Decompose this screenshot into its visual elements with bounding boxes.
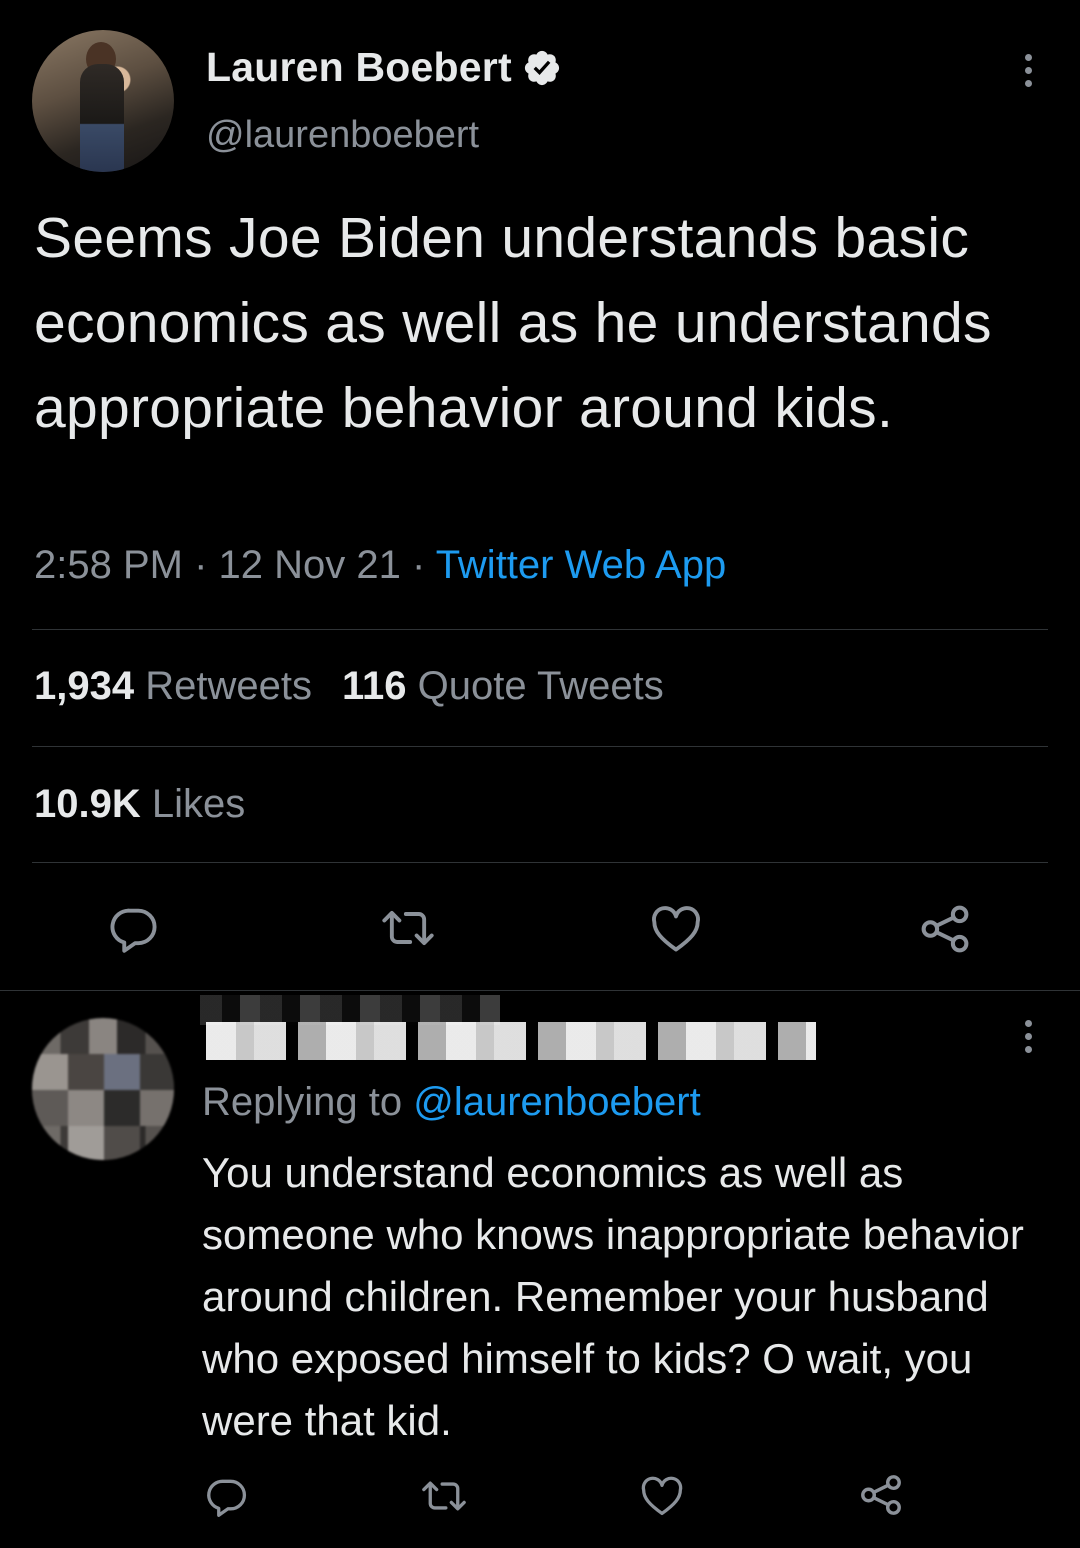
retweets-stat[interactable]: 1,934 Retweets xyxy=(34,664,312,708)
tweet-meta: 2:58 PM · 12 Nov 21 · Twitter Web App xyxy=(34,543,726,588)
share-button[interactable] xyxy=(858,1472,904,1518)
share-icon xyxy=(921,905,969,953)
replying-handle-link[interactable]: @laurenboebert xyxy=(413,1080,700,1124)
reply-icon xyxy=(110,908,157,953)
likes-label: Likes xyxy=(140,782,246,826)
retweets-count: 1,934 xyxy=(34,664,135,708)
likes-stat[interactable]: 10.9K Likes xyxy=(34,782,245,827)
quote-tweets-stat[interactable]: 116 Quote Tweets xyxy=(342,664,664,708)
share-button[interactable] xyxy=(918,902,972,956)
replying-to: Replying to @laurenboebert xyxy=(202,1080,701,1125)
quotes-count: 116 xyxy=(341,664,407,708)
share-icon xyxy=(861,1475,901,1515)
reply-author-avatar[interactable] xyxy=(32,1018,174,1160)
redacted-username xyxy=(206,1022,816,1060)
tweet-text: Seems Joe Biden understands basic econom… xyxy=(34,206,992,440)
retweet-icon xyxy=(422,1481,466,1511)
meta-separator: · xyxy=(182,543,219,587)
verified-badge-icon xyxy=(524,50,559,85)
avatar-figure-shape xyxy=(80,64,124,172)
quotes-label: Quote Tweets xyxy=(406,664,664,708)
reply-text: You understand economics as well as some… xyxy=(202,1149,1024,1444)
meta-separator: · xyxy=(400,543,436,587)
divider xyxy=(32,629,1048,630)
divider xyxy=(0,990,1080,991)
heart-icon xyxy=(641,1476,683,1516)
tweet-time[interactable]: 2:58 PM xyxy=(34,543,183,587)
replying-prefix: Replying to xyxy=(202,1080,414,1124)
divider xyxy=(32,746,1048,747)
retweets-label: Retweets xyxy=(134,664,312,708)
reply-icon xyxy=(207,1479,247,1517)
engagement-stats: 1,934 Retweets 116 Quote Tweets xyxy=(34,664,664,709)
author-avatar[interactable] xyxy=(32,30,174,172)
reply-button[interactable] xyxy=(205,1474,249,1518)
reply-button[interactable] xyxy=(108,902,160,954)
more-icon[interactable] xyxy=(1020,1020,1036,1060)
redacted-username xyxy=(200,995,500,1025)
tweet-date[interactable]: 12 Nov 21 xyxy=(219,543,401,587)
author-handle[interactable]: @laurenboebert xyxy=(206,114,479,157)
like-button[interactable] xyxy=(640,1475,684,1517)
retweet-icon xyxy=(382,910,434,946)
divider xyxy=(32,862,1048,863)
more-icon[interactable] xyxy=(1020,54,1036,94)
retweet-button[interactable] xyxy=(420,1474,468,1518)
retweet-button[interactable] xyxy=(380,902,436,954)
like-button[interactable] xyxy=(650,904,702,954)
tweet-source[interactable]: Twitter Web App xyxy=(436,543,727,587)
likes-count: 10.9K xyxy=(34,782,141,826)
author-name[interactable]: Lauren Boebert xyxy=(206,44,512,91)
author-name-row: Lauren Boebert xyxy=(206,44,562,91)
heart-icon xyxy=(652,906,700,952)
